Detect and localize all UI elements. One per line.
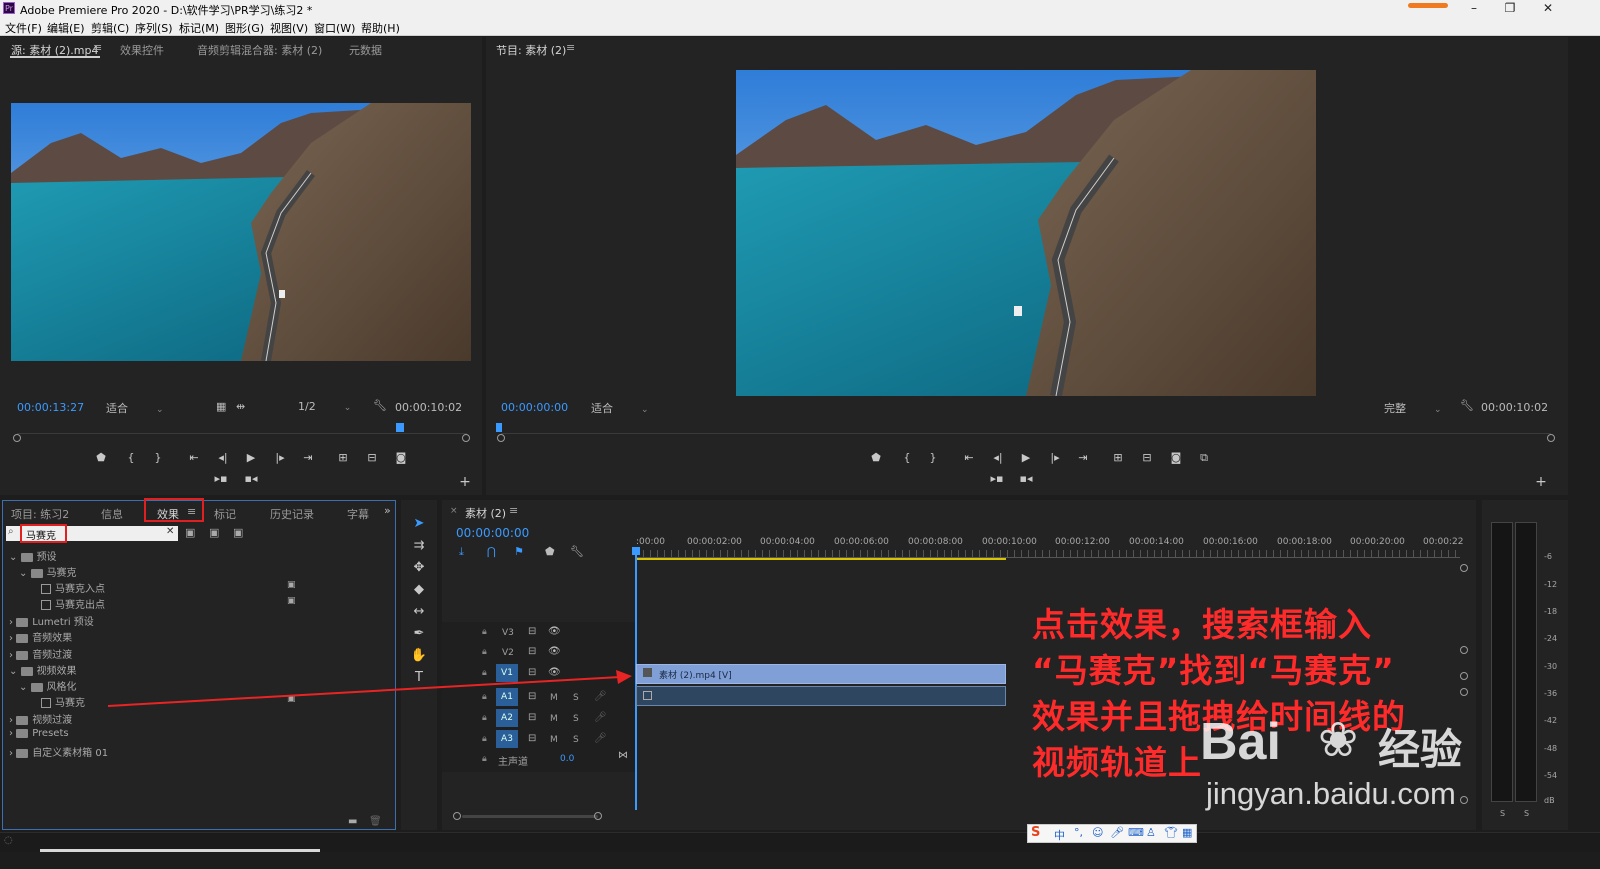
annotation-arrow [107, 670, 632, 707]
annotation-line-1: 点击效果，搜索框输入 [1032, 605, 1372, 644]
ime-emoji-icon[interactable]: ☺ [1092, 826, 1103, 839]
ime-voice-icon[interactable]: 🎤︎ [1110, 826, 1124, 839]
ime-punctuation-icon[interactable]: °, [1074, 826, 1083, 839]
ime-skin-icon[interactable]: 👕︎ [1164, 826, 1178, 839]
annotation-line-4: 视频轨道上 [1032, 743, 1202, 782]
annotation-arrow-line [107, 676, 621, 707]
sogou-icon[interactable]: S [1031, 825, 1040, 840]
annotation-arrow-head [616, 670, 632, 684]
annotation-line-2: “马赛克”找到“马赛克” [1032, 651, 1395, 690]
ime-user-icon[interactable]: ♙ [1146, 826, 1156, 839]
ime-keyboard-icon[interactable]: ⌨ [1128, 826, 1144, 839]
ime-language-label[interactable]: 中 [1054, 827, 1065, 843]
watermark-brand-cn: 经验 [1378, 725, 1463, 774]
watermark-paw-icon: ❀ [1318, 712, 1359, 768]
bottom-scrollbar[interactable] [40, 849, 320, 852]
watermark-url: jingyan.baidu.com [1206, 776, 1456, 811]
ime-toolbar[interactable]: S 中 °, ☺ 🎤︎ ⌨ ♙ 👕︎ ▦ [1027, 824, 1197, 843]
ime-toolbox-icon[interactable]: ▦ [1182, 826, 1192, 839]
watermark-brand: Bai [1200, 713, 1281, 771]
